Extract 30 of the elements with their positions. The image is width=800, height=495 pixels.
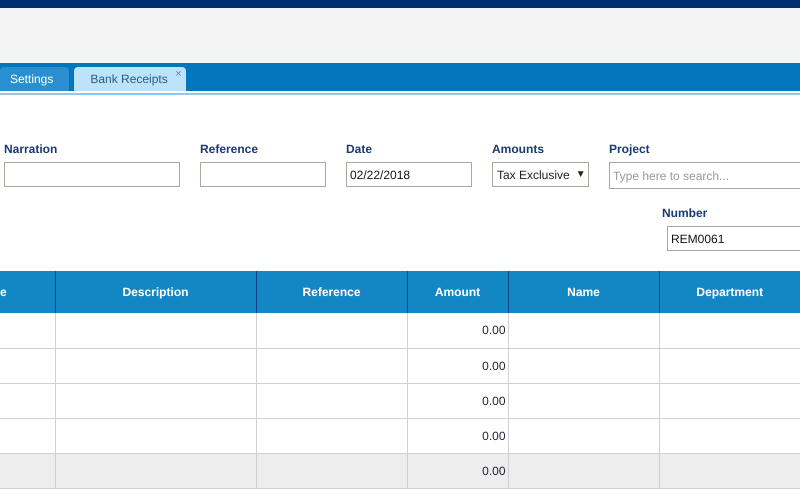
table-cell: [0, 453, 55, 488]
amount-cell: 0.00: [407, 383, 508, 418]
field-label: Amounts: [492, 142, 545, 156]
input-field[interactable]: [200, 162, 326, 187]
input-field[interactable]: [4, 162, 180, 187]
input-field[interactable]: REM0061: [667, 226, 800, 251]
column-header: e: [0, 271, 55, 313]
amount-cell: 0.00: [407, 348, 508, 383]
field-label: Number: [662, 206, 708, 220]
field-label: Narration: [4, 142, 58, 156]
amount-cell: 0.00: [407, 453, 508, 488]
column-header: Amount: [407, 271, 508, 313]
amounts-dropdown[interactable]: Tax Exclusive ▼: [492, 162, 589, 187]
field-label: Date: [346, 142, 374, 156]
tab[interactable]: Settings: [0, 67, 70, 91]
date-field[interactable]: 02/22/2018: [346, 162, 472, 187]
column-header: Reference: [256, 271, 407, 313]
tab[interactable]: Bank Receipts ×: [74, 67, 186, 91]
table-cell: [0, 383, 55, 418]
field-label: Reference: [200, 142, 260, 156]
amount-cell: 0.00: [407, 418, 508, 453]
table-cell: [0, 348, 55, 383]
column-header: Name: [508, 271, 659, 313]
field-label: Project: [609, 142, 651, 156]
table-cell: [0, 313, 55, 348]
table-cell: [0, 418, 55, 453]
column-header: Description: [55, 271, 256, 313]
column-header: Department: [659, 271, 800, 313]
search-field[interactable]: Type here to search...: [609, 162, 800, 189]
amount-cell: 0.00: [407, 313, 508, 348]
